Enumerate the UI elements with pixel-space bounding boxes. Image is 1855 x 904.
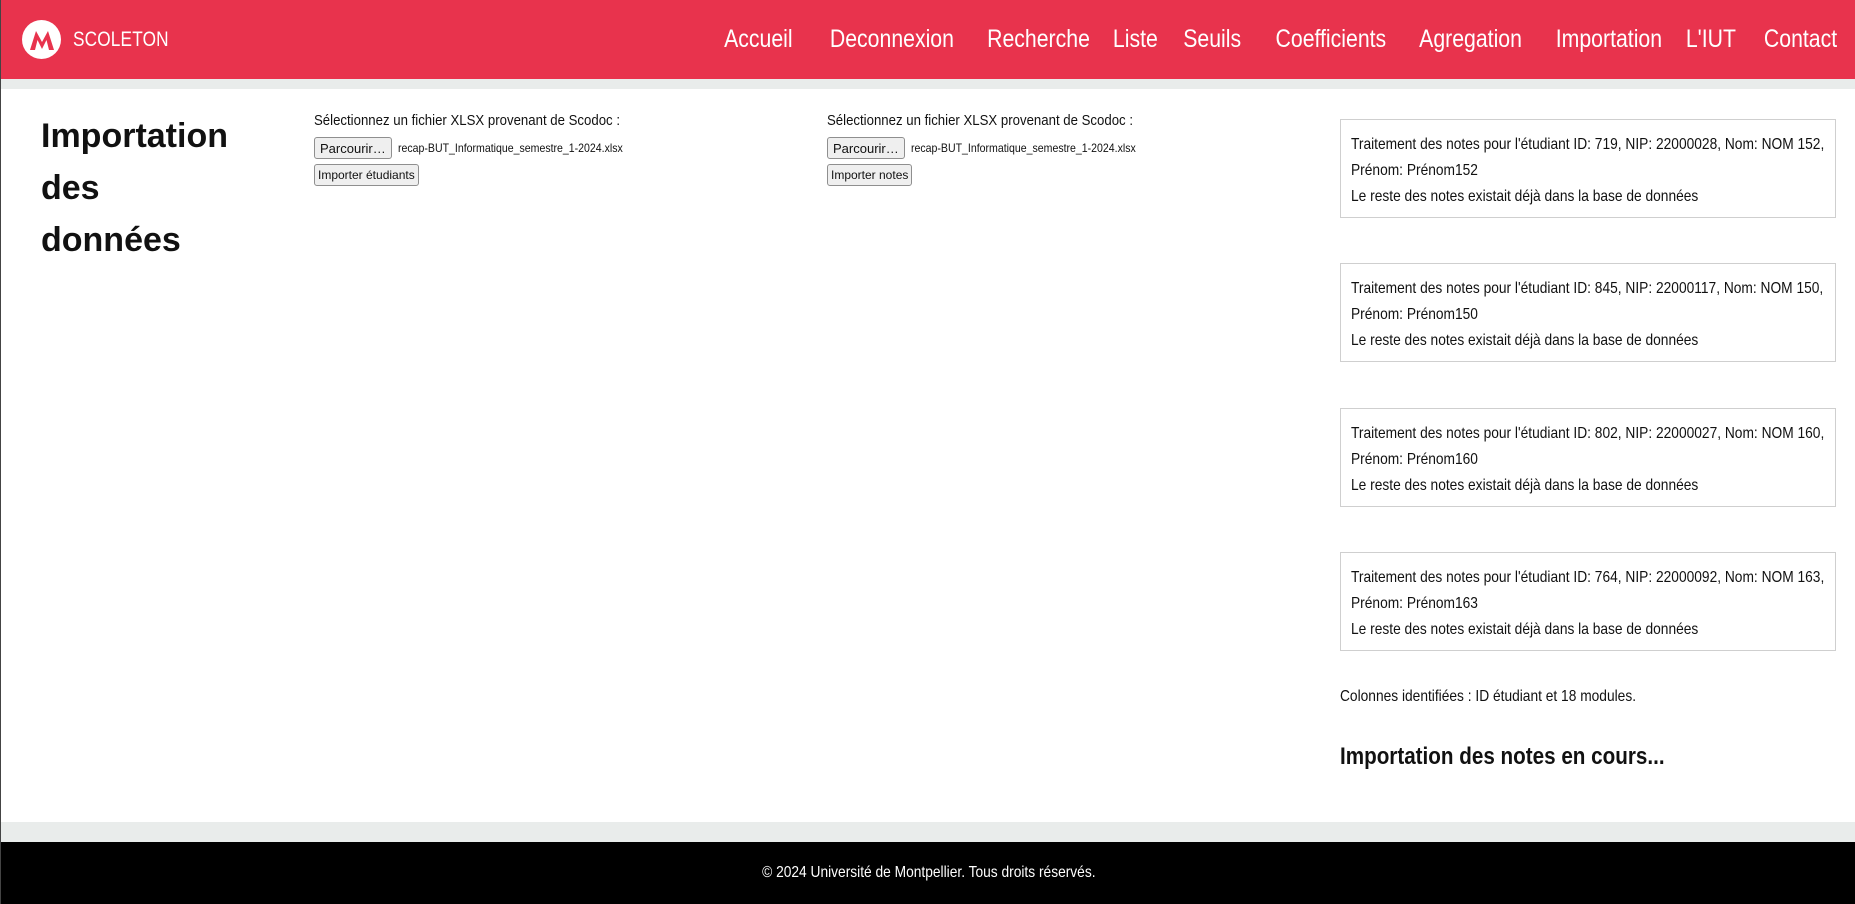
nav-seuils[interactable]: Seuils	[1183, 25, 1241, 54]
log-entry-line2: Prénom: Prénom152	[1351, 162, 1478, 179]
brand[interactable]: SCOLETON	[22, 20, 190, 59]
notes-file-label: Sélectionnez un fichier XLSX provenant d…	[827, 112, 1133, 129]
top-navbar: SCOLETON Accueil Deconnexion Recherche L…	[1, 0, 1855, 79]
students-browse-button[interactable]: Parcourir…	[314, 137, 392, 159]
university-m-logo-icon	[22, 20, 61, 59]
main-nav: Accueil Deconnexion Recherche Liste Seui…	[697, 0, 1837, 79]
nav-liste[interactable]: Liste	[1113, 25, 1158, 54]
log-entry-line3: Le reste des notes existait déjà dans la…	[1351, 621, 1699, 638]
brand-name: SCOLETON	[73, 27, 169, 51]
import-notes-button[interactable]: Importer notes	[827, 164, 913, 186]
log-entry-line3: Le reste des notes existait déjà dans la…	[1351, 188, 1699, 205]
notes-browse-button[interactable]: Parcourir…	[827, 137, 905, 159]
log-entry-line1: Traitement des notes pour l'étudiant ID:…	[1351, 136, 1825, 153]
nav-deconnexion[interactable]: Deconnexion	[830, 25, 954, 54]
header-divider	[1, 79, 1855, 89]
nav-accueil[interactable]: Accueil	[724, 25, 793, 54]
nav-coefficients[interactable]: Coefficients	[1275, 25, 1386, 54]
log-entry-line3: Le reste des notes existait déjà dans la…	[1351, 477, 1699, 494]
log-entry: Traitement des notes pour l'étudiant ID:…	[1340, 552, 1836, 651]
notes-file-input: Parcourir… recap-BUT_Informatique_semest…	[827, 137, 1175, 159]
nav-contact[interactable]: Contact	[1764, 25, 1837, 54]
notes-file-name: recap-BUT_Informatique_semestre_1-2024.x…	[910, 141, 1136, 155]
footer-copyright: © 2024 Université de Montpellier. Tous d…	[761, 864, 1096, 881]
log-entry-line2: Prénom: Prénom160	[1351, 451, 1478, 468]
log-entry: Traitement des notes pour l'étudiant ID:…	[1340, 263, 1836, 362]
columns-info: Colonnes identifiées : ID étudiant et 18…	[1340, 688, 1637, 705]
log-entry-line3: Le reste des notes existait déjà dans la…	[1351, 332, 1699, 349]
students-import-form: Sélectionnez un fichier XLSX provenant d…	[314, 112, 662, 186]
students-file-name: recap-BUT_Informatique_semestre_1-2024.x…	[397, 141, 623, 155]
nav-agregation[interactable]: Agregation	[1419, 25, 1522, 54]
nav-iut[interactable]: L'IUT	[1686, 25, 1736, 54]
footer: © 2024 Université de Montpellier. Tous d…	[1, 842, 1855, 904]
students-file-input: Parcourir… recap-BUT_Informatique_semest…	[314, 137, 662, 159]
footer-divider	[1, 822, 1855, 842]
students-file-label: Sélectionnez un fichier XLSX provenant d…	[314, 112, 620, 129]
notes-import-form: Sélectionnez un fichier XLSX provenant d…	[827, 112, 1175, 186]
page-title-line1: Importation des	[41, 117, 228, 207]
log-entry-line1: Traitement des notes pour l'étudiant ID:…	[1351, 280, 1824, 297]
nav-recherche[interactable]: Recherche	[987, 25, 1090, 54]
log-entry-line2: Prénom: Prénom150	[1351, 306, 1478, 323]
page-title: Importation des données	[41, 110, 281, 266]
import-status: Importation des notes en cours...	[1340, 743, 1665, 770]
log-entry-line1: Traitement des notes pour l'étudiant ID:…	[1351, 569, 1825, 586]
log-entry: Traitement des notes pour l'étudiant ID:…	[1340, 119, 1836, 218]
log-entry-line1: Traitement des notes pour l'étudiant ID:…	[1351, 425, 1825, 442]
log-entry-line2: Prénom: Prénom163	[1351, 595, 1478, 612]
import-students-button[interactable]: Importer étudiants	[314, 164, 419, 186]
log-entry: Traitement des notes pour l'étudiant ID:…	[1340, 408, 1836, 507]
page-title-line2: données	[41, 221, 181, 259]
nav-importation[interactable]: Importation	[1556, 25, 1662, 54]
